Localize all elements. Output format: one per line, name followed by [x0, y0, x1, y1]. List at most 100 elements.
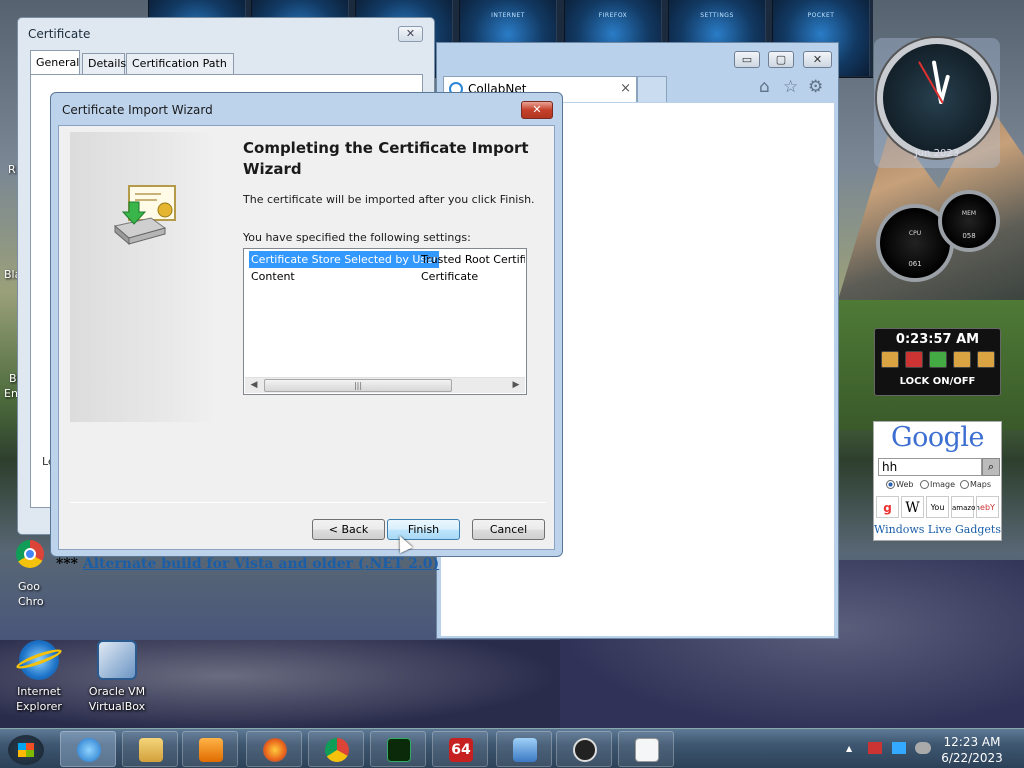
- taskbar-clock[interactable]: 12:23 AM 6/22/2023: [940, 734, 1004, 766]
- chrome-icon: [16, 540, 44, 568]
- back-button[interactable]: < Back: [312, 519, 385, 540]
- tray-network-icon[interactable]: [892, 742, 906, 754]
- tab-details[interactable]: Details: [82, 53, 126, 75]
- memory-gauge-value: 058: [962, 232, 976, 240]
- terminal-icon: [387, 738, 411, 762]
- google-gadget-shortcuts: g W You amazon ebY: [876, 496, 1000, 520]
- radio-web[interactable]: Web: [886, 480, 913, 489]
- wizard-settings-label: You have specified the following setting…: [243, 231, 471, 244]
- setting-name: Content: [251, 270, 295, 283]
- desktop-icon-partial-r[interactable]: R: [8, 163, 16, 176]
- sleep-icon[interactable]: [881, 351, 899, 368]
- memory-gauge[interactable]: MEM 058: [938, 190, 1000, 252]
- desktop-icon-chrome-label: Goo Chro: [18, 580, 44, 608]
- cancel-button: Cancel: [472, 519, 545, 540]
- taskbar-firefox[interactable]: [246, 731, 302, 767]
- google-search-gadget: Google hh ⌕ Web Image Maps g W You amazo…: [873, 421, 1002, 541]
- start-button[interactable]: [8, 735, 44, 765]
- radio-image[interactable]: Image: [920, 480, 955, 489]
- tab-certification-path[interactable]: Certification Path: [126, 53, 234, 75]
- list-item[interactable]: Certificate Store Selected by User Trust…: [244, 250, 526, 269]
- logoff-icon[interactable]: [977, 351, 995, 368]
- search-icon[interactable]: ⌕: [982, 458, 1000, 476]
- amazon-icon[interactable]: amazon: [951, 496, 980, 518]
- tab-close-icon[interactable]: ×: [620, 77, 631, 101]
- taskbar-internet-explorer[interactable]: [60, 731, 116, 767]
- clock-gadget[interactable]: Jun 2023: [874, 38, 1000, 168]
- firefox-icon: [263, 738, 287, 762]
- key-icon[interactable]: [953, 351, 971, 368]
- horizontal-scrollbar[interactable]: ◀ ||| ▶: [245, 377, 525, 393]
- desktop-icon-label: Oracle VM VirtualBox: [88, 685, 146, 713]
- chrome-icon: [325, 738, 349, 762]
- wikipedia-icon[interactable]: W: [901, 496, 924, 518]
- tray-overflow-icon[interactable]: ▲: [846, 744, 852, 753]
- google-search-input[interactable]: hh: [878, 458, 982, 476]
- wizard-heading: Completing the Certificate Import Wizard: [243, 139, 529, 178]
- settings-gear-icon[interactable]: ⚙: [808, 77, 823, 97]
- windows-live-gadgets-link[interactable]: Windows Live Gadgets: [874, 523, 1001, 536]
- network-icon: [513, 738, 537, 762]
- internet-explorer-icon: [14, 640, 64, 680]
- setting-name: Certificate Store Selected by User: [247, 250, 441, 269]
- taskbar-network-app[interactable]: [496, 731, 552, 767]
- google-shortcut-icon[interactable]: g: [876, 496, 899, 518]
- download-link-line: *** Alternate build for Vista and older …: [56, 556, 439, 572]
- youtube-icon[interactable]: You: [926, 496, 949, 518]
- favorites-star-icon[interactable]: ☆: [783, 77, 798, 97]
- certificate-close-button[interactable]: ✕: [398, 26, 423, 42]
- browser-minimize-button[interactable]: ▭: [734, 51, 760, 68]
- power-icon[interactable]: [905, 351, 923, 368]
- time-lock-gadget: 0:23:57 AM LOCK ON/OFF: [874, 328, 1001, 396]
- taskbar-time: 12:23 AM: [943, 735, 1001, 749]
- browser-close-button[interactable]: ✕: [803, 51, 832, 68]
- setting-value: Trusted Root Certification Authorities: [421, 253, 525, 266]
- taskbar-terminal[interactable]: [370, 731, 426, 767]
- tray-flag-icon[interactable]: [868, 742, 882, 754]
- taskbar-file-explorer[interactable]: [122, 731, 178, 767]
- lock-toggle[interactable]: LOCK ON/OFF: [875, 376, 1000, 387]
- taskbar-chrome[interactable]: [308, 731, 364, 767]
- desktop-icon-internet-explorer[interactable]: Internet Explorer: [2, 640, 76, 714]
- virtualbox-icon: [97, 640, 137, 680]
- alternate-build-link[interactable]: Alternate build for Vista and older (.NE…: [83, 556, 439, 572]
- taskbar-64bit-app[interactable]: 64: [432, 731, 488, 767]
- clock-face: [877, 38, 997, 158]
- desktop-icon-partial-en[interactable]: En: [4, 387, 18, 400]
- link-prefix: ***: [56, 556, 78, 572]
- new-tab-button[interactable]: [637, 76, 667, 102]
- 64-badge-icon: 64: [449, 738, 473, 762]
- certificate-import-wizard: Certificate Import Wizard ✕ Completing t…: [50, 92, 563, 557]
- tab-general[interactable]: General: [30, 50, 80, 75]
- ebay-icon[interactable]: ebY: [976, 496, 999, 518]
- scroll-left-arrow-icon[interactable]: ◀: [246, 378, 262, 393]
- internet-explorer-icon: [77, 738, 101, 762]
- wizard-close-button[interactable]: ✕: [521, 101, 553, 119]
- desktop-icon-virtualbox[interactable]: Oracle VM VirtualBox: [80, 640, 154, 714]
- desktop-icon-partial-b[interactable]: B: [9, 372, 17, 385]
- desktop-icon-google-chrome[interactable]: [16, 540, 46, 576]
- taskbar-cursor-app[interactable]: [556, 731, 612, 767]
- list-item[interactable]: Content Certificate: [244, 268, 526, 285]
- tray-volume-icon[interactable]: [915, 742, 931, 754]
- cursor-app-icon: [573, 738, 597, 762]
- media-player-icon: [199, 738, 223, 762]
- windows-logo-icon: [18, 743, 34, 757]
- restart-icon[interactable]: [929, 351, 947, 368]
- radio-maps[interactable]: Maps: [960, 480, 991, 489]
- wizard-side-panel: [70, 132, 216, 422]
- gadget-time: 0:23:57 AM: [895, 332, 980, 347]
- scroll-thumb[interactable]: |||: [264, 379, 452, 392]
- scroll-right-arrow-icon[interactable]: ▶: [508, 378, 524, 393]
- taskbar-date: 6/22/2023: [941, 751, 1003, 765]
- cpu-gauge-value: 061: [908, 260, 922, 268]
- desktop-icon-label: Internet Explorer: [16, 685, 62, 713]
- taskbar-media-player[interactable]: [182, 731, 238, 767]
- browser-maximize-button[interactable]: ▢: [768, 51, 794, 68]
- home-icon[interactable]: ⌂: [759, 77, 770, 97]
- taskbar: 64 ▲ 12:23 AM 6/22/2023: [0, 728, 1024, 768]
- settings-listbox[interactable]: Certificate Store Selected by User Trust…: [243, 248, 527, 395]
- document-icon: [635, 738, 659, 762]
- taskbar-document[interactable]: [618, 731, 674, 767]
- button-separator: [70, 502, 546, 503]
